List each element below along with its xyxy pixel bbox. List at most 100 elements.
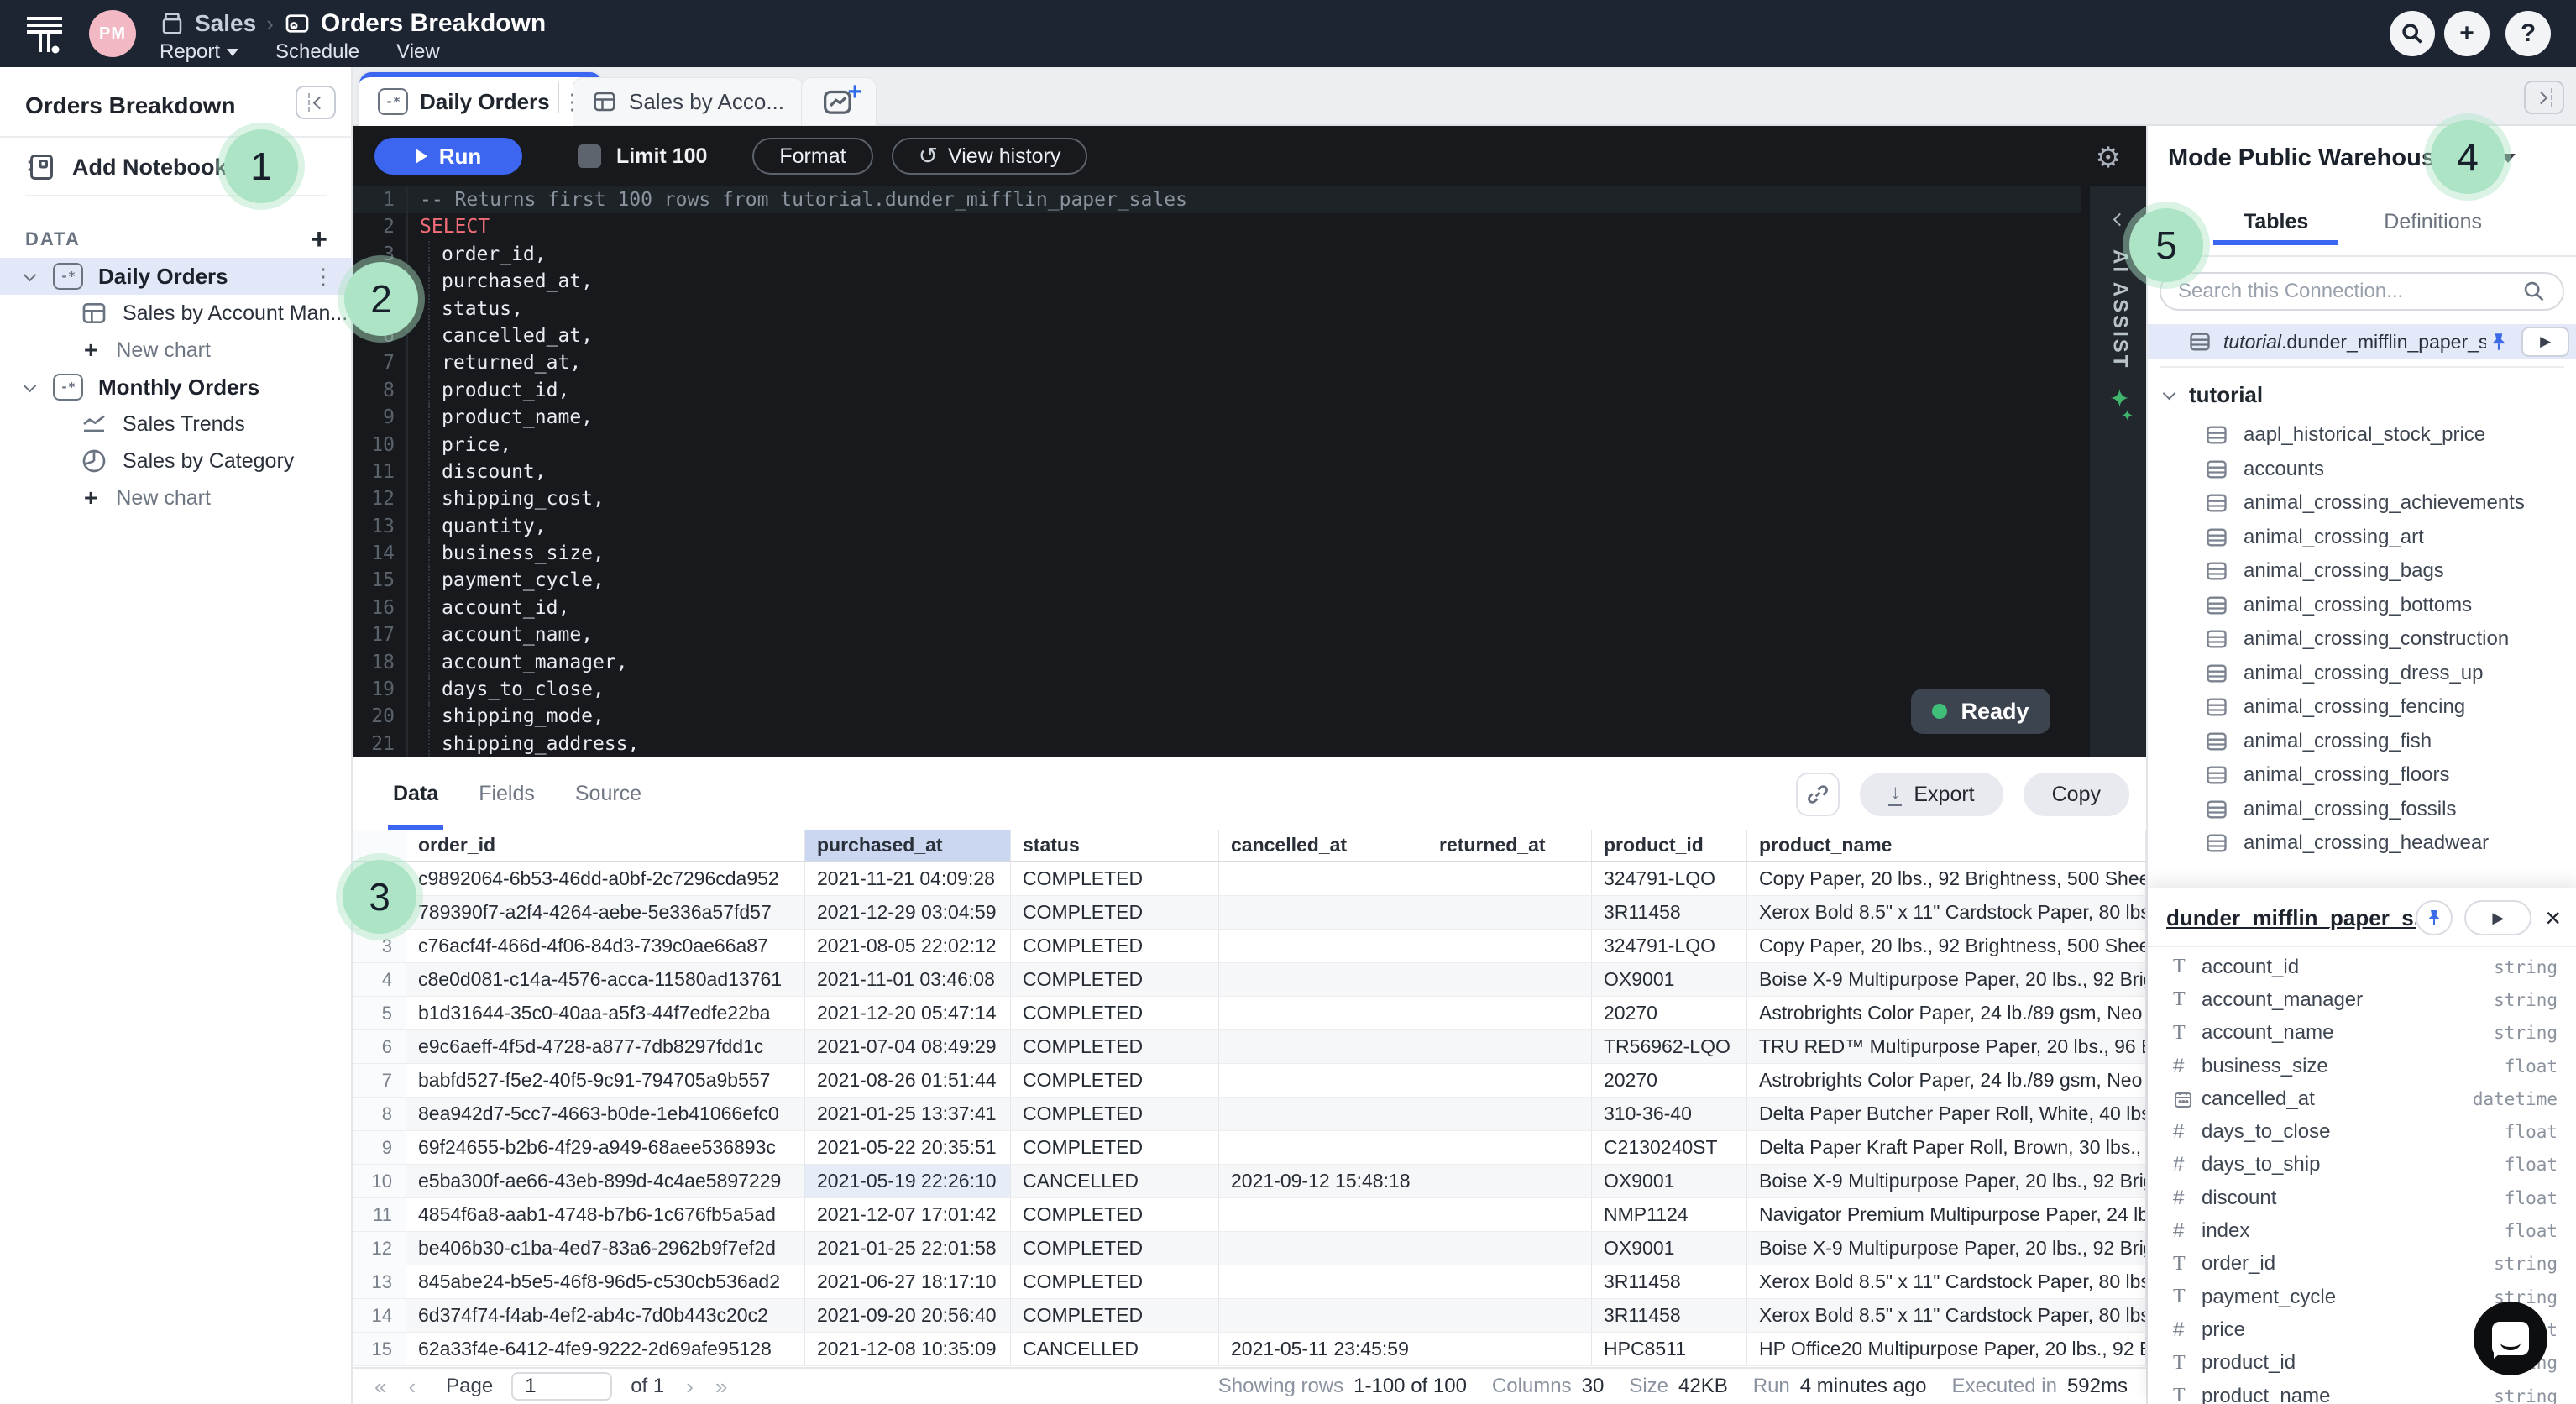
table-cell[interactable]: COMPLETED [1011,862,1219,895]
field-row[interactable]: #days_to_closefloat [2148,1115,2576,1148]
table-list-item[interactable]: animal_crossing_fossils [2148,793,2576,827]
table-cell[interactable]: 69f24655-b2b6-4f29-a949-68aee536893c [406,1131,805,1164]
sidebar-item-sales-trends[interactable]: Sales Trends [0,406,353,443]
create-new-button[interactable]: + [2444,11,2490,56]
table-cell[interactable]: 4854f6a8-aab1-4748-b7b6-1c676fb5a5ad [406,1198,805,1231]
table-cell[interactable]: Xerox Bold 8.5" x 11" Cardstock Paper, 8… [1747,1265,2146,1298]
table-cell[interactable]: 3R11458 [1592,1265,1747,1298]
table-cell[interactable]: OX9001 [1592,1165,1747,1197]
table-list-item[interactable]: animal_crossing_fencing [2148,690,2576,725]
table-cell[interactable]: CANCELLED [1011,1165,1219,1197]
field-row[interactable]: cancelled_atdatetime [2148,1082,2576,1115]
row-number[interactable]: 11 [353,1198,406,1231]
field-row[interactable]: #business_sizefloat [2148,1050,2576,1082]
tab-sales-by-account[interactable]: Sales by Acco... [573,77,804,126]
table-cell[interactable]: 2021-05-19 22:26:10 [805,1165,1011,1197]
table-cell[interactable]: 845abe24-b5e5-46f8-96d5-c530cb536ad2 [406,1265,805,1298]
row-number[interactable]: 10 [353,1165,406,1197]
schema-tutorial[interactable]: tutorial [2165,378,2263,411]
table-cell[interactable]: 2021-08-05 22:02:12 [805,930,1011,962]
table-cell[interactable] [1427,1098,1592,1130]
table-cell[interactable] [1219,1299,1427,1332]
export-button[interactable]: ↓ Export [1860,773,2003,816]
copy-button[interactable]: Copy [2024,773,2129,816]
table-cell[interactable] [1427,1131,1592,1164]
field-row[interactable]: #indexfloat [2148,1214,2576,1247]
table-cell[interactable]: Delta Paper Butcher Paper Roll, White, 4… [1747,1098,2146,1130]
editor-settings-gear-icon[interactable]: ⚙ [2096,141,2121,175]
pin-icon[interactable] [2488,331,2510,353]
add-notebook-button[interactable]: Add Notebook [25,148,227,186]
table-cell[interactable] [1219,1030,1427,1063]
row-number[interactable]: 13 [353,1265,406,1298]
table-list-item[interactable]: animal_crossing_bags [2148,554,2576,589]
table-cell[interactable]: 2021-12-08 10:35:09 [805,1333,1011,1365]
table-cell[interactable] [1427,1064,1592,1097]
code-line[interactable]: 10price, [353,432,2081,458]
table-cell[interactable]: 2021-07-04 08:49:29 [805,1030,1011,1063]
sidebar-item-sales-by-category[interactable]: Sales by Category [0,443,353,479]
table-cell[interactable] [1219,1265,1427,1298]
column-header[interactable]: purchased_at [805,830,1011,861]
table-list-item[interactable]: animal_crossing_floors [2148,758,2576,793]
mode-logo-icon[interactable] [22,12,67,57]
table-cell[interactable] [1427,1299,1592,1332]
table-cell[interactable]: CANCELLED [1011,1333,1219,1365]
connection-search-input[interactable]: Search this Connection... [2160,272,2564,311]
table-cell[interactable]: OX9001 [1592,963,1747,996]
tab-definitions[interactable]: Definitions [2384,198,2482,244]
table-cell[interactable]: e5ba300f-ae66-43eb-899d-4c4ae5897229 [406,1165,805,1197]
column-header[interactable]: cancelled_at [1219,830,1427,861]
table-cell[interactable]: 2021-09-20 20:56:40 [805,1299,1011,1332]
table-cell[interactable] [1219,930,1427,962]
table-cell[interactable]: COMPLETED [1011,1030,1219,1063]
table-cell[interactable]: 2021-09-12 15:48:18 [1219,1165,1427,1197]
table-cell[interactable]: COMPLETED [1011,997,1219,1029]
field-row[interactable]: Taccount_managerstring [2148,983,2576,1016]
column-header[interactable]: returned_at [1427,830,1592,861]
table-cell[interactable]: b1d31644-35c0-40aa-a5f3-44f7edfe22ba [406,997,805,1029]
first-page-icon[interactable]: « [374,1374,386,1400]
table-cell[interactable]: 2021-08-26 01:51:44 [805,1064,1011,1097]
tab-fields[interactable]: Fields [479,757,535,830]
table-cell[interactable]: C2130240ST [1592,1131,1747,1164]
new-chart-button[interactable]: + New chart [0,332,353,369]
code-line[interactable]: 21shipping_address, [353,731,2081,757]
code-line[interactable]: 19days_to_close, [353,676,2081,703]
menu-view[interactable]: View [396,40,440,64]
code-line[interactable]: 8product_id, [353,377,2081,404]
table-cell[interactable]: Astrobrights Color Paper, 24 lb./89 gsm,… [1747,997,2146,1029]
table-cell[interactable]: COMPLETED [1011,1198,1219,1231]
tab-data[interactable]: Data [393,757,438,830]
column-header[interactable]: order_id [406,830,805,861]
table-cell[interactable] [1219,1131,1427,1164]
table-cell[interactable] [1219,1198,1427,1231]
pin-table-button[interactable] [2416,900,2453,935]
table-cell[interactable]: Boise X-9 Multipurpose Paper, 20 lbs., 9… [1747,1165,2146,1197]
field-row[interactable]: Torder_idstring [2148,1248,2576,1281]
run-table-preview-button[interactable]: ▶ [2464,900,2531,935]
sidebar-item-sales-by-account-manager[interactable]: Sales by Account Man... [0,295,353,332]
table-list-item[interactable]: animal_crossing_bottoms [2148,589,2576,623]
table-cell[interactable]: 20270 [1592,1064,1747,1097]
table-cell[interactable]: Boise X-9 Multipurpose Paper, 20 lbs., 9… [1747,963,2146,996]
table-cell[interactable]: Xerox Bold 8.5" x 11" Cardstock Paper, 8… [1747,896,2146,929]
table-list-item[interactable]: animal_crossing_fish [2148,725,2576,759]
chevron-down-icon[interactable] [24,268,37,281]
view-history-button[interactable]: ↺ View history [892,138,1088,175]
row-number[interactable]: 14 [353,1299,406,1332]
table-cell[interactable]: COMPLETED [1011,896,1219,929]
code-line[interactable]: 2SELECT [353,213,2081,240]
row-number[interactable]: 5 [353,997,406,1029]
table-cell[interactable]: c8e0d081-c14a-4576-acca-11580ad13761 [406,963,805,996]
row-number[interactable]: 9 [353,1131,406,1164]
table-cell[interactable]: COMPLETED [1011,1232,1219,1265]
page-number-input[interactable]: 1 [511,1372,612,1401]
column-header[interactable]: product_id [1592,830,1747,861]
table-cell[interactable] [1427,1333,1592,1365]
table-cell[interactable]: COMPLETED [1011,1299,1219,1332]
table-cell[interactable]: 2021-12-29 03:04:59 [805,896,1011,929]
table-cell[interactable] [1427,862,1592,895]
table-list-item[interactable]: animal_crossing_dress_up [2148,657,2576,691]
table-list-item[interactable]: animal_crossing_construction [2148,622,2576,657]
